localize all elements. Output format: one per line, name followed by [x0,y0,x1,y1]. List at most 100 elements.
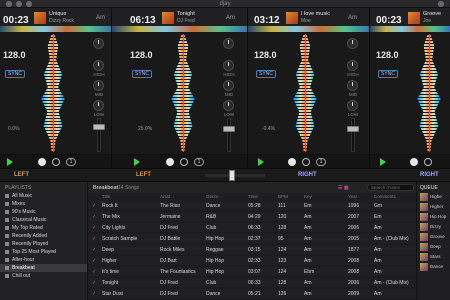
deck-2-loop-icon[interactable] [180,158,188,166]
crossfader-right-label-1[interactable]: RIGHT [298,172,317,178]
checkmark-icon[interactable]: ✓ [92,214,96,220]
deck-1-high-knob[interactable] [93,60,104,71]
sidebar-item-top-rated[interactable]: My Top Rated [0,224,87,232]
deck-3-gain-knob[interactable] [347,38,358,49]
queue-item[interactable]: Stars [417,252,450,262]
sidebar-item-recently-added[interactable]: Recently Added [0,232,87,240]
table-row[interactable]: ✓ City Lights DJ Fred Club 06:33 128 Am 2006 Am [88,223,416,232]
sidebar-item-after-hour[interactable]: After-hour [0,256,87,264]
deck-1-mid-knob[interactable] [93,80,104,91]
deck-4-artwork[interactable] [408,12,420,24]
table-row[interactable]: ✓ Scratch Sample DJ Battle Hip Hop 02:37 95 Am… [88,234,416,243]
sidebar-item-classical[interactable]: Classical Music [0,216,87,224]
checkmark-icon[interactable]: ✓ [92,247,96,253]
checkmark-icon[interactable]: ✓ [92,258,96,264]
deck-4-loop-icon[interactable] [424,158,432,166]
table-row[interactable]: ✓ Tonight DJ Fred Club 06:33 128 Am 2006 Am - (C… [88,278,416,287]
col-year[interactable]: Year [348,194,357,199]
table-row[interactable]: ✓ Rock It The Rise Dance 05:28 111 Em 1996 Gm [88,201,416,210]
sidebar-item-chill-out[interactable]: Chill out [0,272,87,280]
table-row[interactable]: ✓ Star Dust DJ Fred Dance 05:21 126 Am 2009 Am [88,289,416,298]
checkmark-icon[interactable]: ✓ [92,280,96,286]
col-bpm[interactable]: BPM [278,194,288,199]
sidebar-item-recently-played[interactable]: Recently Played [0,240,87,248]
deck-3-mid-knob[interactable] [347,80,358,91]
queue-item[interactable]: Hip Hop [417,212,450,222]
queue-item[interactable]: Highe [417,192,450,202]
microphone-icon[interactable] [26,1,32,7]
deck-2-artwork[interactable] [162,12,174,24]
queue-item[interactable]: Dance [417,262,450,272]
checkmark-icon[interactable]: ✓ [92,225,96,231]
crossfader-left-label-1[interactable]: LEFT [14,172,29,178]
deck-3-high-knob[interactable] [347,60,358,71]
deck-2-volume-handle[interactable] [223,126,235,132]
deck-1-artwork[interactable] [34,12,46,24]
deck-3-sync-button[interactable]: SYNC [256,70,276,78]
crossfader-handle[interactable] [229,170,235,181]
deck-2-mid-knob[interactable] [223,80,234,91]
deck-1-low-knob[interactable] [93,100,104,111]
deck-2-cue-number[interactable]: 1 [194,158,204,166]
deck-1-cue-button[interactable] [38,158,46,166]
deck-2-sync-button[interactable]: SYNC [132,70,152,78]
table-row[interactable]: ✓ The Mix Jermaine R&B 04:29 120 Am 2007 Em [88,212,416,221]
deck-2-overview-waveform[interactable] [112,26,247,32]
deck-2-high-knob[interactable] [223,60,234,71]
sidebar-item-mixes[interactable]: Mixes [0,200,87,208]
crossfader-track[interactable] [205,174,265,177]
deck-4-cue-button[interactable] [410,158,418,166]
col-key[interactable]: Key [304,194,312,199]
crossfader-right-label-2[interactable]: RIGHT [420,172,439,178]
queue-item[interactable]: Deep [417,242,450,252]
deck-1-gain-knob[interactable] [93,38,104,49]
deck-3-overview-waveform[interactable] [248,26,369,32]
deck-3-artwork[interactable] [286,12,298,24]
settings-icon[interactable] [6,1,12,7]
queue-item[interactable]: Higher [417,202,450,212]
deck-1-loop-icon[interactable] [52,158,60,166]
col-comments[interactable]: Comments [374,194,396,199]
deck-3-volume-handle[interactable] [347,126,359,132]
deck-3-low-knob[interactable] [347,100,358,111]
deck-1-cue-number[interactable]: 1 [66,158,76,166]
deck-1-sync-button[interactable]: SYNC [5,70,25,78]
deck-4-overview-waveform[interactable] [370,26,450,32]
table-row[interactable]: ✓ Deep Rock Miles Reggae 03:15 124 Am 1877 Am [88,245,416,254]
record-icon[interactable] [16,1,22,7]
checkmark-icon[interactable]: ✓ [92,269,96,275]
col-time[interactable]: Time [248,194,258,199]
deck-2-low-knob[interactable] [223,100,234,111]
deck-1-volume-handle[interactable] [93,124,105,130]
deck-3-loop-icon[interactable] [302,158,310,166]
queue-item[interactable]: Groove [417,232,450,242]
list-view-icon[interactable]: ☰ ▦ [338,185,349,191]
search-input[interactable]: Search iTunes [367,184,414,191]
queue-item[interactable]: Dizzy [417,222,450,232]
deck-3-cue-button[interactable] [288,158,296,166]
checkmark-icon[interactable]: ✓ [92,203,96,209]
deck-4-sync-button[interactable]: SYNC [378,70,398,78]
sidebar-item-breakbeat[interactable]: Breakbeat [0,264,87,272]
sidebar-item-90s[interactable]: 90's Music [0,208,87,216]
deck-2-volume-fader[interactable] [227,118,231,152]
deck-2-cue-button[interactable] [166,158,174,166]
fullscreen-icon[interactable] [438,1,444,7]
deck-1-overview-waveform[interactable] [0,26,111,32]
deck-3-volume-fader[interactable] [351,118,355,152]
deck-3-cue-number[interactable]: 1 [316,158,326,166]
table-row[interactable]: ✓ Higher DJ Bart Hip Hop 02:33 123 Am 2008 Am [88,256,416,265]
crossfader-left-label-2[interactable]: LEFT [136,172,151,178]
col-title[interactable]: Title [102,194,110,199]
deck-3-play-icon[interactable] [258,158,264,166]
checkmark-icon[interactable]: ✓ [92,236,96,242]
deck-2-gain-knob[interactable] [223,38,234,49]
deck-2-play-icon[interactable] [134,158,140,166]
sidebar-item-top-25[interactable]: Top 25 Most Played [0,248,87,256]
deck-4-play-icon[interactable] [380,158,386,166]
deck-1-play-icon[interactable] [7,158,13,166]
col-artist[interactable]: Artist [160,194,170,199]
sidebar-item-all-music[interactable]: All Music [0,192,87,200]
col-genre[interactable]: Genre [206,194,219,199]
table-row[interactable]: ✓ It's time The Fountastics Hip Hop 03:07 124… [88,267,416,276]
